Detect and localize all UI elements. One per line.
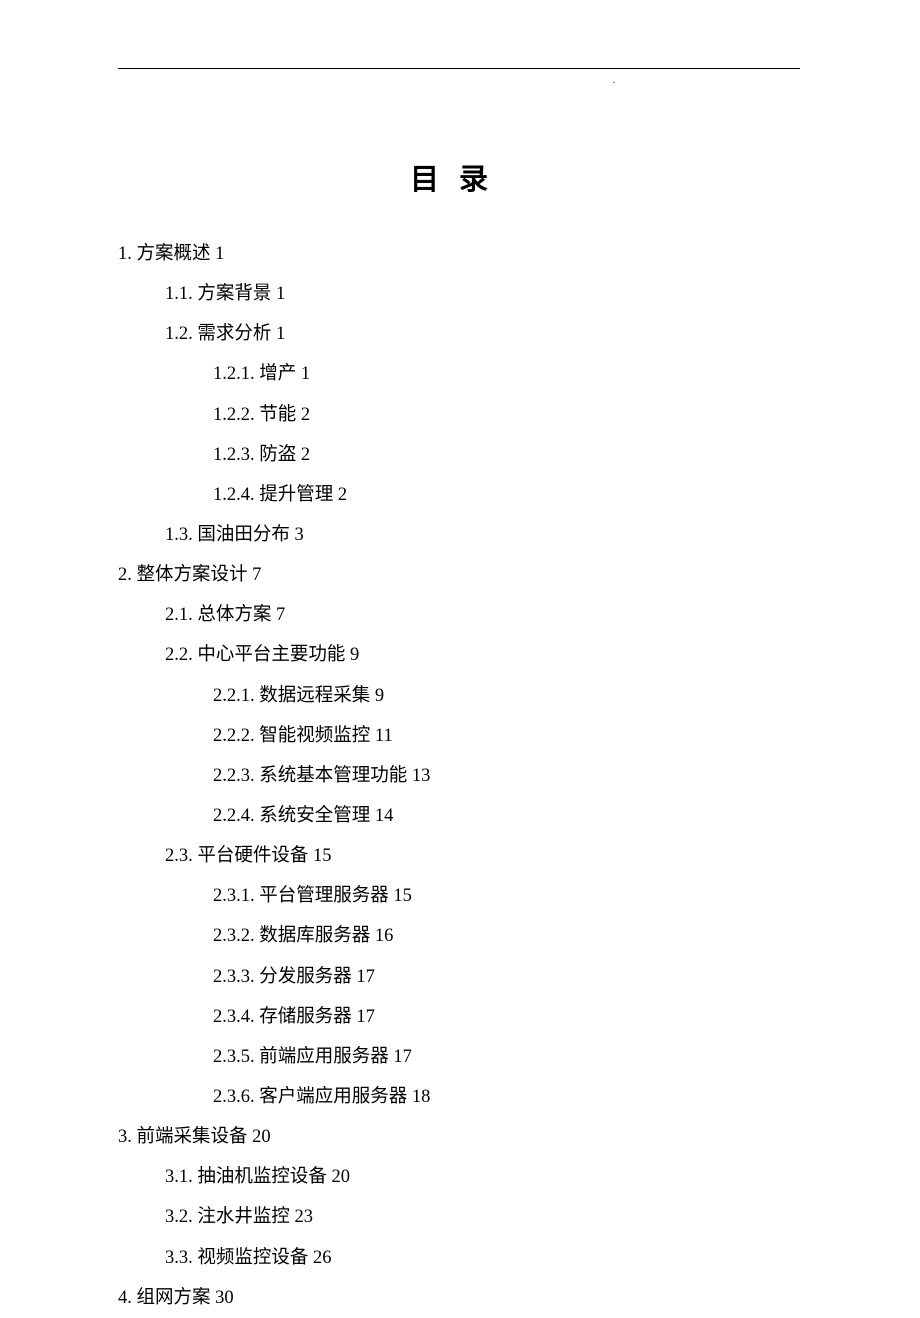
toc-entry: 2.2.1. 数据远程采集 9 [213, 676, 800, 716]
toc-entry: 1.2.1. 增产 1 [213, 354, 800, 394]
toc-entry: 2.3.2. 数据库服务器 16 [213, 916, 800, 956]
document-page: . 目录 1. 方案概述 11.1. 方案背景 11.2. 需求分析 11.2.… [0, 0, 920, 1318]
header-dot: . [118, 75, 800, 86]
toc-entry: 1.2.4. 提升管理 2 [213, 475, 800, 515]
toc-entry: 2.2.2. 智能视频监控 11 [213, 716, 800, 756]
toc-list: 1. 方案概述 11.1. 方案背景 11.2. 需求分析 11.2.1. 增产… [118, 234, 800, 1318]
toc-entry: 2.3.1. 平台管理服务器 15 [213, 876, 800, 916]
toc-entry: 1.3. 国油田分布 3 [165, 515, 800, 555]
toc-entry: 3. 前端采集设备 20 [118, 1117, 800, 1157]
toc-entry: 2.3.6. 客户端应用服务器 18 [213, 1077, 800, 1117]
toc-entry: 2.2.4. 系统安全管理 14 [213, 796, 800, 836]
toc-entry: 3.3. 视频监控设备 26 [165, 1238, 800, 1278]
toc-entry: 2.3.3. 分发服务器 17 [213, 957, 800, 997]
toc-entry: 3.2. 注水井监控 23 [165, 1197, 800, 1237]
header-rule [118, 68, 800, 69]
toc-entry: 2.3.4. 存储服务器 17 [213, 997, 800, 1037]
toc-entry: 2. 整体方案设计 7 [118, 555, 800, 595]
toc-entry: 2.3. 平台硬件设备 15 [165, 836, 800, 876]
toc-entry: 1. 方案概述 1 [118, 234, 800, 274]
toc-entry: 1.2. 需求分析 1 [165, 314, 800, 354]
toc-entry: 2.2.3. 系统基本管理功能 13 [213, 756, 800, 796]
toc-entry: 1.2.3. 防盗 2 [213, 435, 800, 475]
toc-entry: 4. 组网方案 30 [118, 1278, 800, 1318]
toc-entry: 1.1. 方案背景 1 [165, 274, 800, 314]
toc-entry: 2.3.5. 前端应用服务器 17 [213, 1037, 800, 1077]
toc-entry: 2.2. 中心平台主要功能 9 [165, 635, 800, 675]
toc-entry: 2.1. 总体方案 7 [165, 595, 800, 635]
toc-entry: 3.1. 抽油机监控设备 20 [165, 1157, 800, 1197]
toc-entry: 1.2.2. 节能 2 [213, 395, 800, 435]
toc-title: 目录 [118, 156, 800, 198]
